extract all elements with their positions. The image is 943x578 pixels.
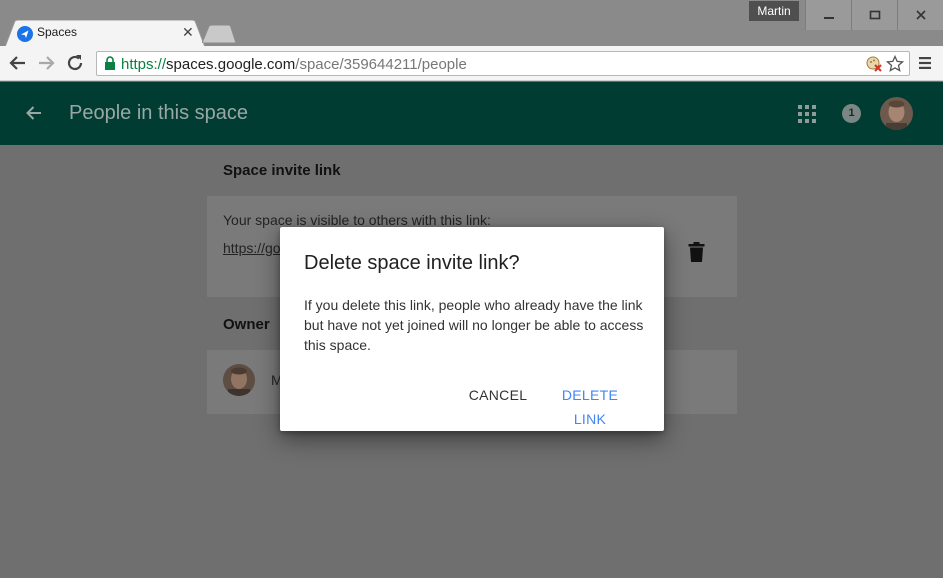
tab-close-icon[interactable]: ✕ <box>182 25 194 39</box>
close-icon <box>916 10 926 20</box>
minimize-button[interactable] <box>805 0 851 30</box>
tab-title: Spaces <box>37 25 78 39</box>
extension-blocked-icon[interactable] <box>866 56 882 72</box>
owner-avatar <box>223 364 255 396</box>
browser-back-icon[interactable] <box>7 52 29 74</box>
profile-badge[interactable]: Martin <box>749 1 799 21</box>
page-title: People in this space <box>69 102 249 124</box>
invite-link[interactable]: https://go <box>223 240 281 256</box>
window-close-button[interactable] <box>897 0 943 30</box>
new-tab-button[interactable] <box>202 25 236 43</box>
minimize-icon <box>824 17 834 19</box>
browser-toolbar: https://spaces.google.com/space/35964421… <box>0 46 943 81</box>
invite-section-heading: Space invite link <box>223 162 341 179</box>
owner-section-heading: Owner <box>223 316 270 333</box>
url-host: spaces.google.com <box>166 56 296 73</box>
chrome-menu-icon[interactable] <box>918 56 932 70</box>
tab-spaces[interactable]: Spaces ✕ <box>5 20 205 47</box>
secure-lock-icon <box>105 56 115 70</box>
account-avatar[interactable] <box>880 97 913 130</box>
delete-trash-icon[interactable] <box>688 242 705 262</box>
dialog-body: If you delete this link, people who alre… <box>304 297 644 353</box>
dialog-title: Delete space invite link? <box>304 252 520 274</box>
tab-shape <box>5 20 205 47</box>
maximize-icon <box>869 10 881 20</box>
url-scheme: https:// <box>121 56 167 73</box>
delete-invite-dialog: Delete space invite link? If you delete … <box>280 227 664 431</box>
browser-forward-icon[interactable] <box>35 52 57 74</box>
notification-badge[interactable]: 1 <box>842 104 861 123</box>
invite-description: Your space is visible to others with thi… <box>223 212 491 228</box>
window-titlebar: Martin Spaces ✕ <box>0 0 943 47</box>
delete-link-button[interactable]: DELETE LINK <box>545 383 635 427</box>
url-path: /space/359644211/people <box>295 56 467 73</box>
spaces-favicon-icon <box>17 26 33 42</box>
address-bar[interactable]: https://spaces.google.com/space/35964421… <box>96 51 910 76</box>
back-arrow-icon[interactable] <box>24 103 44 123</box>
cancel-button[interactable]: CANCEL <box>465 383 531 407</box>
bookmark-star-icon[interactable] <box>886 55 904 73</box>
maximize-button[interactable] <box>851 0 897 30</box>
url-text: https://spaces.google.com/space/35964421… <box>121 56 467 73</box>
apps-grid-icon[interactable] <box>798 105 816 123</box>
reload-icon[interactable] <box>64 52 86 74</box>
app-bar: People in this space 1 <box>0 82 943 145</box>
